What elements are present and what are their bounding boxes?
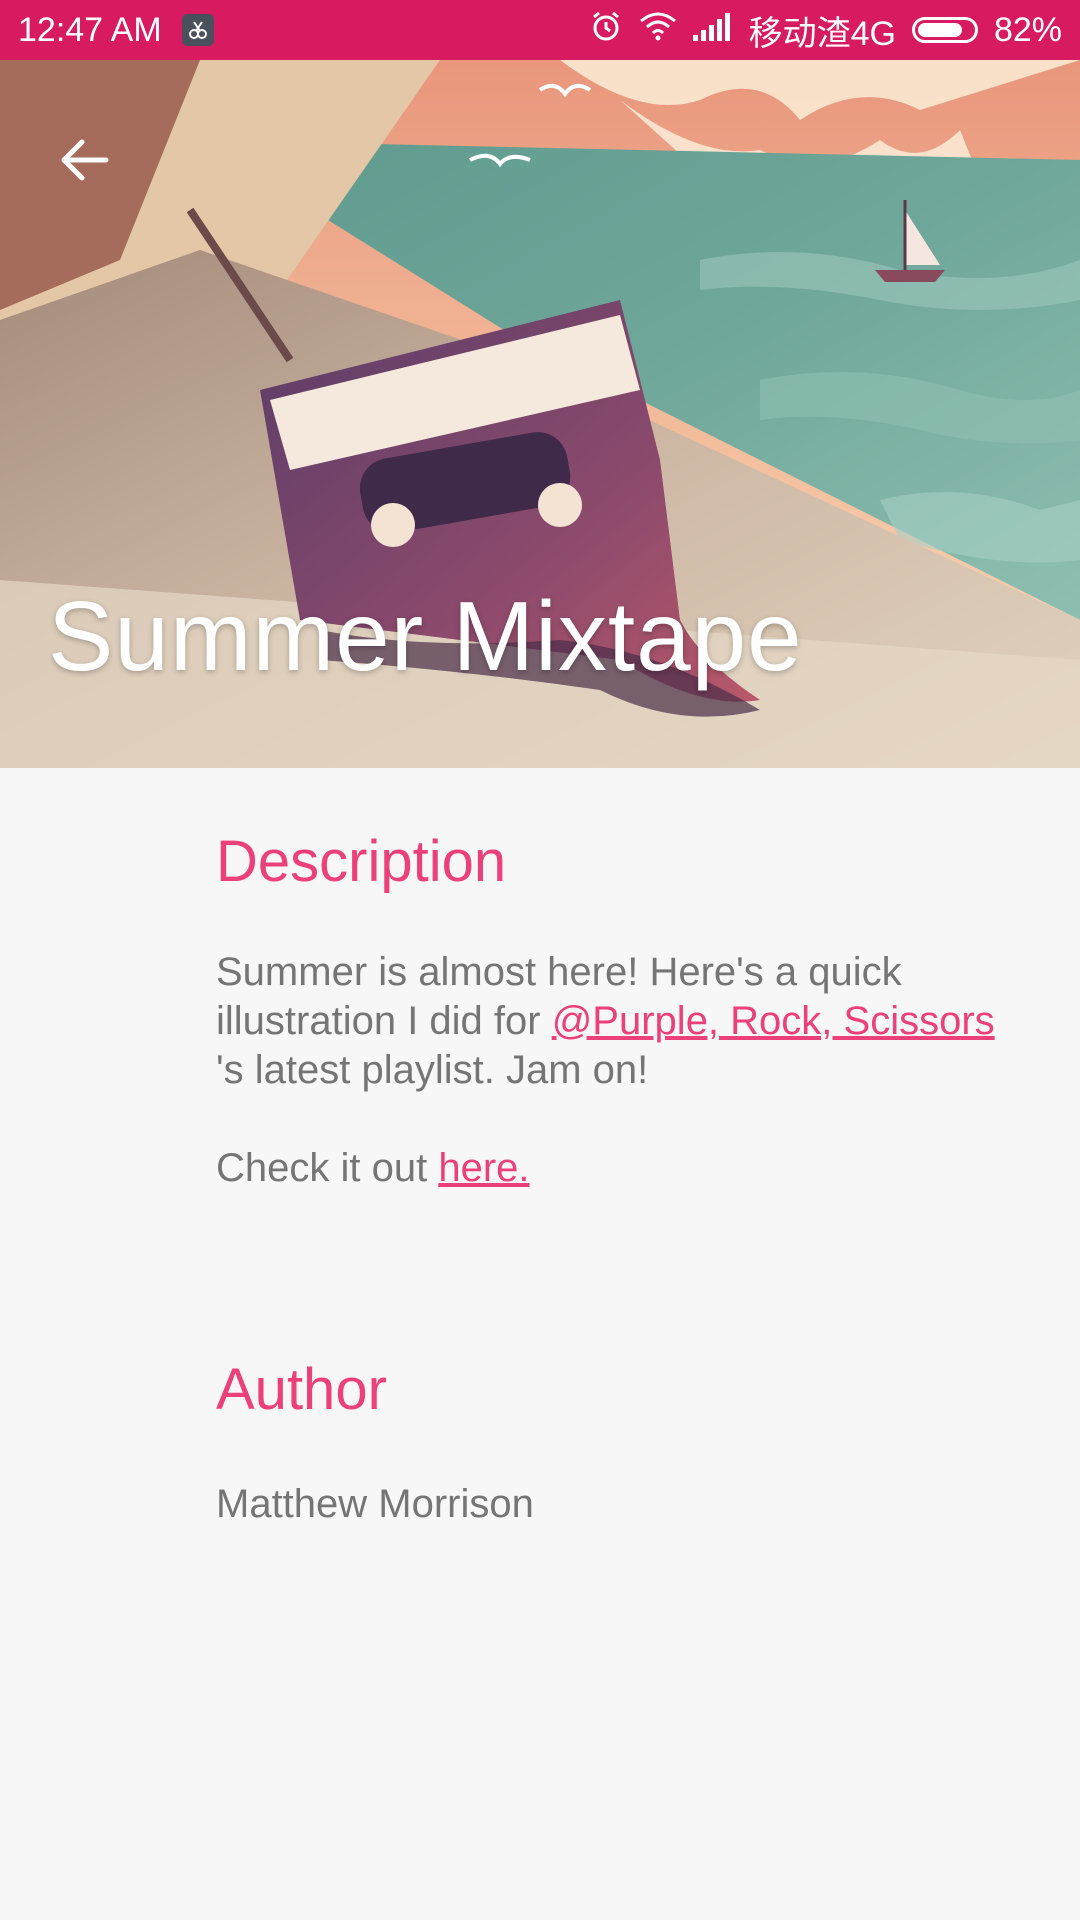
status-left: 12:47 AM bbox=[18, 11, 214, 50]
alarm-icon bbox=[589, 9, 623, 52]
page-title: Summer Mixtape bbox=[48, 581, 803, 691]
back-button[interactable] bbox=[44, 120, 124, 200]
status-time: 12:47 AM bbox=[18, 10, 162, 49]
check-it-out-text: Check it out here. bbox=[216, 1144, 530, 1193]
purple-rock-scissors-link[interactable]: @Purple, Rock, Scissors bbox=[552, 999, 995, 1043]
arrow-back-icon bbox=[61, 139, 109, 181]
here-link[interactable]: here. bbox=[438, 1146, 529, 1190]
status-bar: 12:47 AM 移动渣4G 82% bbox=[0, 0, 1080, 60]
description-text-end: 's latest playlist. Jam on! bbox=[216, 1048, 649, 1092]
carrier-label: 移动渣4G bbox=[748, 14, 896, 53]
check-it-out-prefix: Check it out bbox=[216, 1146, 439, 1190]
battery-icon bbox=[911, 17, 978, 43]
wifi-icon bbox=[639, 11, 677, 50]
battery-fill bbox=[917, 23, 963, 37]
screenshot-icon bbox=[181, 14, 214, 46]
author-name: Matthew Morrison bbox=[216, 1482, 534, 1526]
signal-icon bbox=[692, 11, 733, 50]
description-text: Summer is almost here! Here's a quick il… bbox=[216, 948, 1036, 1095]
status-right: 移动渣4G 82% bbox=[589, 6, 1062, 55]
author-heading: Author bbox=[216, 1357, 387, 1422]
description-heading: Description bbox=[216, 829, 507, 894]
battery-percent: 82% bbox=[993, 10, 1062, 49]
hero-header: Summer Mixtape bbox=[0, 60, 1080, 768]
